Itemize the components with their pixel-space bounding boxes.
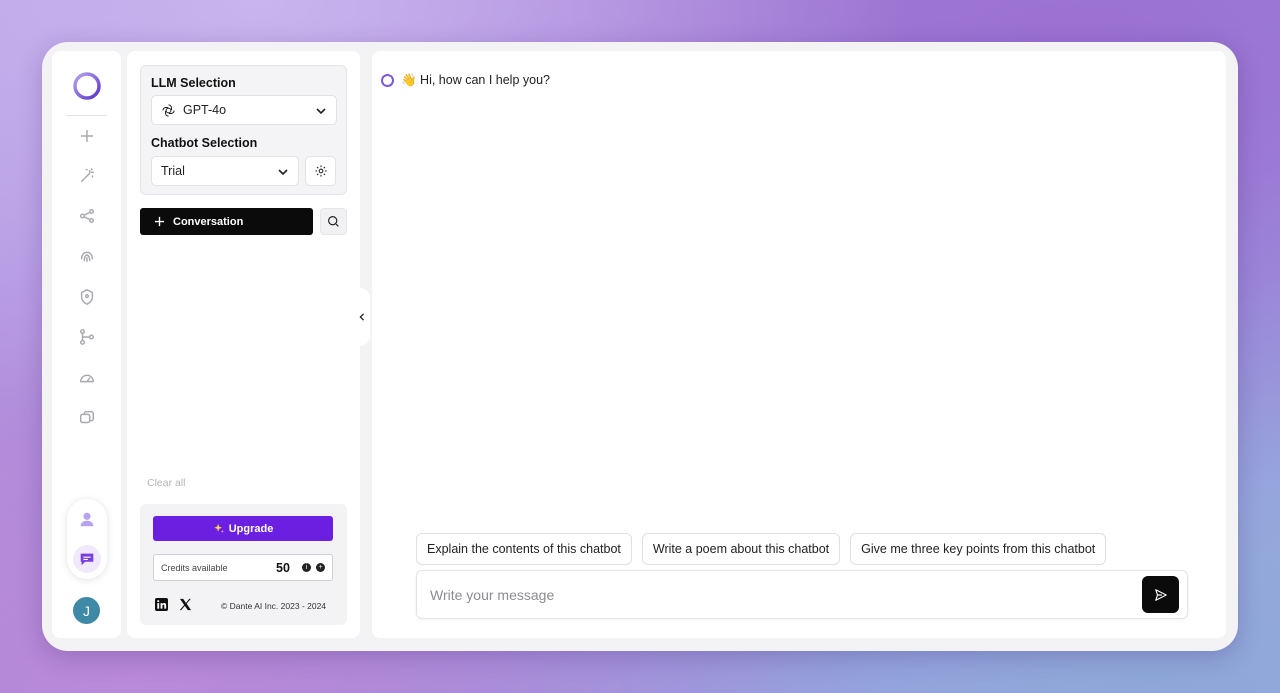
user-avatar[interactable]: J <box>73 597 100 624</box>
chatbot-select[interactable]: Trial <box>151 156 299 186</box>
chat-copy-icon[interactable] <box>76 407 98 429</box>
chat-bubble-icon[interactable] <box>73 545 101 573</box>
account-card: Upgrade Credits available 50 i + © Dante… <box>140 504 347 625</box>
chevron-left-icon <box>359 313 365 321</box>
x-twitter-icon[interactable] <box>178 597 192 611</box>
credits-value: 50 <box>276 560 290 575</box>
share-icon[interactable] <box>76 205 98 227</box>
shield-icon[interactable] <box>76 286 98 308</box>
user-icon[interactable] <box>73 505 101 533</box>
assistant-avatar-icon <box>381 74 394 87</box>
openai-icon <box>162 103 175 117</box>
fingerprint-icon[interactable] <box>76 245 98 267</box>
gear-icon <box>314 165 327 177</box>
chevron-down-icon <box>316 108 326 115</box>
suggestion-chips: Explain the contents of this chatbot Wri… <box>416 533 1107 565</box>
add-credits-icon[interactable]: + <box>316 563 325 572</box>
icon-rail: J <box>52 51 121 638</box>
linkedin-icon[interactable] <box>154 597 168 611</box>
upgrade-button[interactable]: Upgrade <box>153 516 333 541</box>
info-icon[interactable]: i <box>302 563 311 572</box>
magic-wand-icon[interactable] <box>76 165 98 187</box>
conversation-sidebar: LLM Selection GPT-4o Chatbot Selection T… <box>127 51 360 638</box>
message-composer <box>416 570 1188 619</box>
chatbot-selected-value: Trial <box>161 164 185 178</box>
upgrade-label: Upgrade <box>228 522 274 535</box>
llm-selected-value: GPT-4o <box>183 103 227 117</box>
search-conversations-button[interactable] <box>320 208 347 235</box>
send-icon <box>1154 588 1167 601</box>
quick-actions-pill <box>67 499 107 579</box>
assistant-greeting-text: 👋 Hi, how can I help you? <box>401 73 550 87</box>
selection-panel: LLM Selection GPT-4o Chatbot Selection T… <box>140 65 347 195</box>
dante-logo-icon[interactable] <box>72 71 102 101</box>
app-window: J LLM Selection GPT-4o Chatbot Selection… <box>42 42 1238 651</box>
llm-select[interactable]: GPT-4o <box>151 95 337 125</box>
credits-box: Credits available 50 i + <box>153 554 333 581</box>
new-conversation-label: Conversation <box>173 215 244 228</box>
plus-icon[interactable] <box>76 125 98 147</box>
git-branch-icon[interactable] <box>76 326 98 348</box>
chatbot-selection-label: Chatbot Selection <box>151 136 258 150</box>
collapse-sidebar-button[interactable] <box>354 288 370 346</box>
clear-all-link[interactable]: Clear all <box>147 477 186 489</box>
suggestion-chip[interactable]: Write a poem about this chatbot <box>641 533 841 565</box>
plus-icon <box>154 216 165 227</box>
chevron-down-icon <box>278 169 288 176</box>
search-icon <box>328 216 339 227</box>
new-conversation-button[interactable]: Conversation <box>140 208 313 235</box>
rail-divider <box>66 115 107 116</box>
gauge-icon[interactable] <box>76 367 98 389</box>
sparkle-icon <box>213 523 224 533</box>
credits-label: Credits available <box>161 562 228 573</box>
message-input[interactable] <box>430 571 1130 618</box>
assistant-message: 👋 Hi, how can I help you? <box>380 73 550 88</box>
copyright-text: © Dante AI Inc. 2023 - 2024 <box>221 601 327 611</box>
suggestion-chip[interactable]: Explain the contents of this chatbot <box>416 533 632 565</box>
send-button[interactable] <box>1142 576 1179 613</box>
chat-panel: 👋 Hi, how can I help you? Explain the co… <box>372 51 1226 638</box>
chatbot-settings-button[interactable] <box>305 156 336 186</box>
suggestion-chip[interactable]: Give me three key points from this chatb… <box>850 533 1107 565</box>
llm-selection-label: LLM Selection <box>151 76 236 90</box>
